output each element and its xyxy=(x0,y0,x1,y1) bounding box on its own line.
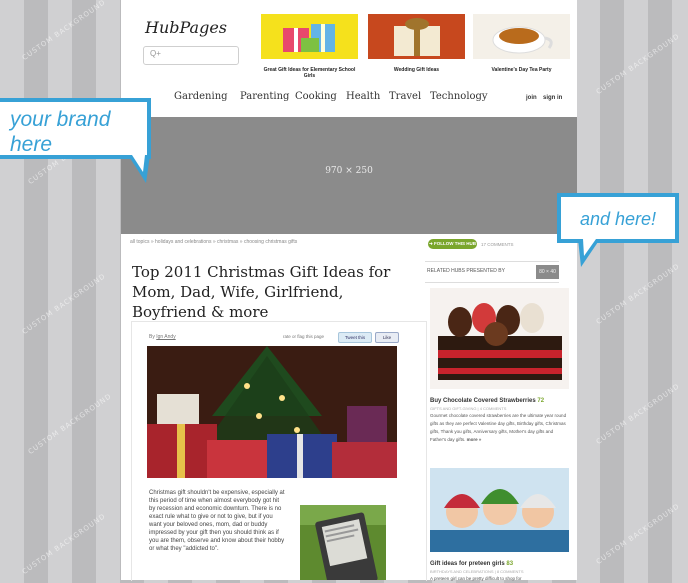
watermark-text: CUSTOM BACKGROUND xyxy=(26,392,114,456)
related-hubs-header: RELATED HUBS PRESENTED BY 80 × 40 xyxy=(425,261,559,283)
ad-banner-970x250[interactable]: 970 × 250 xyxy=(121,117,577,234)
author-link[interactable]: Ign Andy xyxy=(156,334,175,340)
nav-parenting[interactable]: Parenting xyxy=(240,91,289,102)
promo-tea-party[interactable]: Valentine's Day Tea Party xyxy=(473,14,570,73)
watermark-text: CUSTOM BACKGROUND xyxy=(20,512,108,576)
promo-caption: Valentine's Day Tea Party xyxy=(491,67,552,73)
watermark-text: CUSTOM BACKGROUND xyxy=(20,272,108,336)
topic-nav: Gardening Parenting Cooking Health Trave… xyxy=(121,91,577,107)
gift-boxes-image xyxy=(261,14,358,59)
hubpages-logo[interactable]: HubPages xyxy=(145,18,227,37)
hub-score: 72 xyxy=(537,398,545,404)
page-title: Top 2011 Christmas Gift Ideas for Mom, D… xyxy=(132,263,391,321)
breadcrumb[interactable]: all topics » holidays and celebrations »… xyxy=(130,239,297,245)
watermark-text: CUSTOM BACKGROUND xyxy=(594,262,682,326)
tweet-button[interactable]: Tweet this xyxy=(338,332,372,343)
join-link[interactable]: join xyxy=(526,95,537,101)
related-hub-meta: BIRTHDAYS AND CELEBRATIONS | 8 COMMENTS xyxy=(430,569,524,574)
search-input[interactable]: Q+ xyxy=(143,46,239,65)
brand-callout-left: your brand here xyxy=(0,98,151,159)
article-paragraph: Christmas gift shouldn't be expensive, e… xyxy=(149,490,285,552)
nav-technology[interactable]: Technology xyxy=(430,91,488,102)
related-hub-title: Gift ideas for preteen girls 83 xyxy=(430,561,514,567)
nav-cooking[interactable]: Cooking xyxy=(295,91,337,102)
chocolate-strawberries-image xyxy=(430,288,569,389)
sign-in-link[interactable]: sign in xyxy=(543,95,562,101)
promo-elementary-girls[interactable]: Great Gift Ideas for Elementary School G… xyxy=(261,14,358,79)
related-hub-title: Buy Chocolate Covered Strawberries 72 xyxy=(430,398,545,404)
brand-callout-right: and here! xyxy=(557,193,679,243)
ebook-reader-image xyxy=(300,505,386,580)
watermark-text: CUSTOM BACKGROUND xyxy=(20,0,108,62)
watermark-text: CUSTOM BACKGROUND xyxy=(594,502,682,566)
related-hub-card[interactable]: Buy Chocolate Covered Strawberries 72 GI… xyxy=(430,288,569,444)
related-hubs-heading: RELATED HUBS PRESENTED BY xyxy=(427,268,505,274)
watermark-text: CUSTOM BACKGROUND xyxy=(594,382,682,446)
christmas-gifts-image xyxy=(147,346,397,478)
promo-caption: Great Gift Ideas for Elementary School G… xyxy=(263,67,356,79)
rate-or-flag-link[interactable]: rate or flag this page xyxy=(283,334,324,339)
watermark-text: CUSTOM BACKGROUND xyxy=(594,32,682,96)
more-link[interactable]: more » xyxy=(467,437,482,442)
tea-cup-image xyxy=(473,14,570,59)
wedding-gift-image xyxy=(368,14,465,59)
comments-count[interactable]: 17 COMMENTS xyxy=(481,242,514,247)
follow-hub-button[interactable]: ➜ FOLLOW THIS HUB xyxy=(428,239,477,249)
preteen-girls-image xyxy=(430,468,569,552)
nav-health[interactable]: Health xyxy=(346,91,380,102)
related-hub-meta: GIFTS AND GIFT-GIVING | 4 COMMENTS xyxy=(430,406,507,411)
related-hub-card[interactable]: Gift ideas for preteen girls 83 BIRTHDAY… xyxy=(430,468,569,583)
hub-score: 83 xyxy=(506,561,514,567)
byline: By Ign Andy xyxy=(149,334,176,340)
nav-travel[interactable]: Travel xyxy=(389,91,421,102)
ad-size-label: 970 × 250 xyxy=(325,166,373,176)
hubpages-page: HubPages Q+ Great Gift Ideas for Element… xyxy=(121,0,577,583)
nav-gardening[interactable]: Gardening xyxy=(174,91,228,102)
callout-pointer-left xyxy=(128,155,150,183)
ad-80x40[interactable]: 80 × 40 xyxy=(536,265,559,279)
promo-wedding-gifts[interactable]: Wedding Gift Ideas xyxy=(368,14,465,73)
callout-pointer-right xyxy=(578,239,600,267)
related-hub-description: Gourmet chocolate covered strawberries a… xyxy=(430,413,567,442)
search-placeholder: Q+ xyxy=(150,49,161,58)
related-hub-description: A preteen girl can be pretty difficult t… xyxy=(430,576,522,581)
like-button[interactable]: Like xyxy=(375,332,399,343)
promo-caption: Wedding Gift Ideas xyxy=(393,67,440,73)
